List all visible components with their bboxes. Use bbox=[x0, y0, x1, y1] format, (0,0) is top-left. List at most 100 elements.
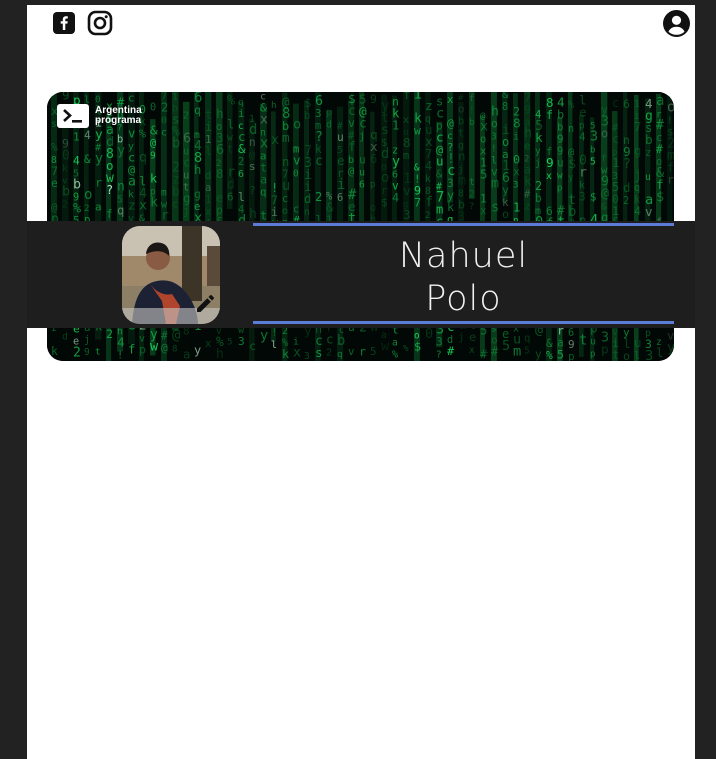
social-links bbox=[53, 10, 113, 41]
svg-text:8: 8 bbox=[216, 166, 223, 181]
svg-text:t: t bbox=[227, 143, 233, 156]
svg-text:m: m bbox=[513, 343, 521, 359]
svg-text:0: 0 bbox=[425, 326, 433, 342]
page: xs%87e@p9tlbwwfbik90l90kvb2g5tl?!x26dphk… bbox=[27, 0, 695, 759]
svg-text:c: c bbox=[612, 96, 619, 110]
svg-text:9: 9 bbox=[557, 133, 564, 146]
svg-text:@: @ bbox=[601, 186, 609, 202]
facebook-icon[interactable] bbox=[53, 12, 75, 39]
svg-text:?: ? bbox=[469, 202, 474, 212]
svg-text:p: p bbox=[139, 343, 146, 357]
svg-text:s: s bbox=[491, 199, 499, 215]
svg-text:b: b bbox=[557, 108, 564, 122]
svg-text:y: y bbox=[117, 143, 125, 159]
svg-text:y: y bbox=[535, 348, 542, 361]
svg-text:u: u bbox=[634, 335, 642, 350]
svg-text:v: v bbox=[645, 204, 653, 219]
svg-text:4: 4 bbox=[579, 131, 586, 144]
svg-text:6: 6 bbox=[183, 131, 191, 147]
svg-text:d: d bbox=[205, 170, 211, 182]
svg-text:u: u bbox=[557, 157, 564, 170]
svg-text:y: y bbox=[502, 183, 509, 197]
svg-text:%: % bbox=[139, 127, 146, 141]
instagram-icon[interactable] bbox=[87, 10, 113, 41]
avatar bbox=[122, 226, 220, 324]
svg-text:u: u bbox=[359, 167, 365, 178]
svg-text:p: p bbox=[568, 350, 575, 361]
svg-text:p: p bbox=[590, 349, 595, 359]
svg-text:f: f bbox=[128, 341, 135, 356]
svg-text:i: i bbox=[238, 107, 245, 120]
first-name: Nahuel bbox=[398, 236, 529, 276]
svg-text:w: w bbox=[557, 171, 563, 182]
svg-text:b: b bbox=[62, 184, 70, 200]
svg-text:d: d bbox=[326, 120, 332, 131]
svg-text:n: n bbox=[304, 207, 310, 218]
svg-text:s: s bbox=[315, 345, 323, 360]
svg-text:5: 5 bbox=[502, 338, 510, 354]
svg-text:m: m bbox=[458, 174, 466, 189]
svg-text:l: l bbox=[227, 118, 234, 132]
svg-text:c: c bbox=[172, 199, 178, 211]
svg-text:m: m bbox=[403, 151, 409, 162]
svg-text:g: g bbox=[183, 191, 190, 206]
svg-text:2: 2 bbox=[535, 179, 542, 193]
svg-text:2: 2 bbox=[161, 100, 168, 114]
svg-text:x: x bbox=[293, 345, 301, 360]
svg-text:2: 2 bbox=[238, 157, 244, 168]
svg-text:#: # bbox=[480, 346, 488, 361]
svg-text:y: y bbox=[95, 152, 103, 167]
svg-text:#: # bbox=[491, 344, 499, 358]
svg-text:o: o bbox=[601, 127, 608, 141]
svg-text:m: m bbox=[161, 187, 167, 198]
svg-text:a: a bbox=[95, 201, 102, 214]
svg-text:5: 5 bbox=[480, 166, 488, 181]
svg-text:3: 3 bbox=[315, 107, 322, 120]
svg-text:n: n bbox=[458, 149, 466, 164]
svg-text:9: 9 bbox=[546, 156, 554, 171]
svg-text:x: x bbox=[480, 118, 488, 134]
pencil-icon[interactable] bbox=[194, 293, 216, 320]
svg-text:5: 5 bbox=[590, 156, 596, 167]
svg-text:k: k bbox=[51, 345, 58, 358]
svg-text:0: 0 bbox=[150, 102, 156, 113]
svg-text:h: h bbox=[216, 347, 224, 361]
svg-text:6: 6 bbox=[216, 142, 224, 158]
svg-text:k: k bbox=[150, 194, 158, 210]
svg-text:5: 5 bbox=[370, 345, 376, 358]
svg-text:8: 8 bbox=[403, 135, 411, 150]
svg-text:&: & bbox=[326, 201, 334, 216]
user-circle-icon[interactable] bbox=[663, 10, 690, 42]
svg-text:x: x bbox=[469, 345, 475, 356]
svg-text:3: 3 bbox=[513, 180, 518, 190]
svg-text:g: g bbox=[634, 144, 641, 158]
svg-text:b: b bbox=[535, 192, 542, 205]
argentina-programa-logo: Argentina programa bbox=[57, 104, 142, 128]
svg-text:j: j bbox=[535, 158, 541, 169]
svg-text:@: @ bbox=[447, 116, 454, 130]
svg-text:!: ! bbox=[667, 115, 673, 126]
svg-text:s: s bbox=[51, 119, 57, 130]
svg-text:p: p bbox=[601, 343, 609, 358]
svg-text:o: o bbox=[84, 187, 92, 203]
svg-text:1: 1 bbox=[634, 99, 640, 110]
svg-text:k: k bbox=[535, 130, 543, 145]
svg-text:v: v bbox=[348, 116, 355, 130]
svg-text:x: x bbox=[546, 171, 552, 182]
svg-text:0: 0 bbox=[161, 115, 167, 126]
svg-text:m: m bbox=[491, 176, 499, 191]
logo-line-2: programa bbox=[95, 115, 142, 126]
svg-text:b: b bbox=[304, 109, 310, 122]
svg-text:m: m bbox=[282, 130, 290, 145]
svg-text:b: b bbox=[172, 136, 180, 152]
svg-text:u: u bbox=[359, 152, 366, 166]
svg-text:e: e bbox=[337, 153, 345, 168]
svg-text:1: 1 bbox=[392, 118, 399, 132]
svg-text:i: i bbox=[205, 120, 212, 134]
svg-text:c: c bbox=[326, 332, 334, 347]
svg-text:%: % bbox=[227, 93, 236, 109]
svg-text:r: r bbox=[95, 176, 102, 190]
svg-text:k: k bbox=[282, 347, 289, 361]
svg-text:u: u bbox=[183, 170, 189, 182]
svg-text:&: & bbox=[436, 168, 443, 181]
